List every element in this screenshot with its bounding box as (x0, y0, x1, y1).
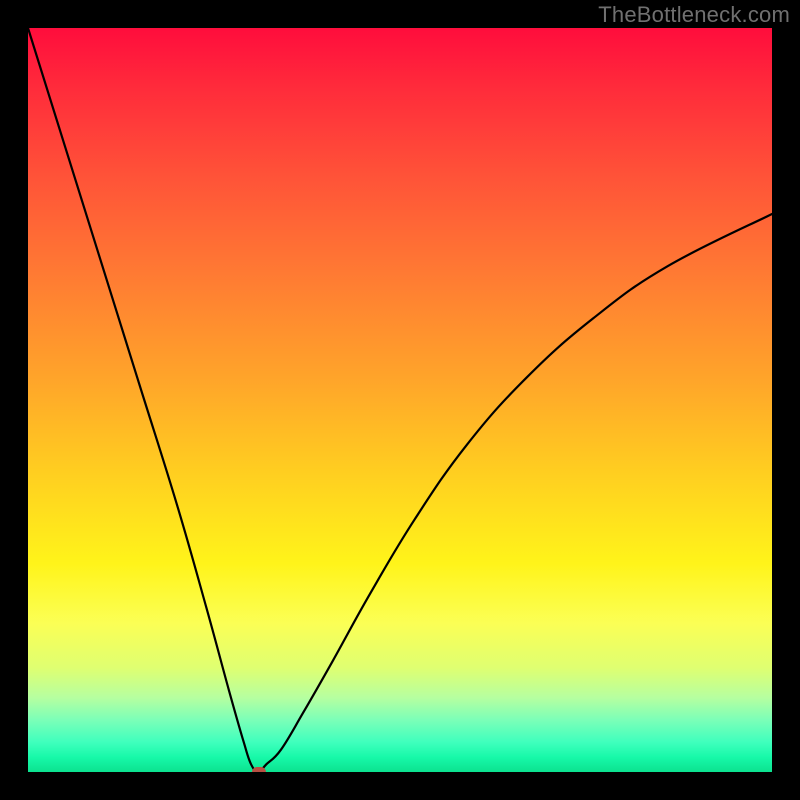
min-point-marker (252, 767, 266, 772)
watermark-text: TheBottleneck.com (598, 2, 790, 28)
bottleneck-curve (28, 28, 772, 772)
plot-area (28, 28, 772, 772)
chart-frame: TheBottleneck.com (0, 0, 800, 800)
